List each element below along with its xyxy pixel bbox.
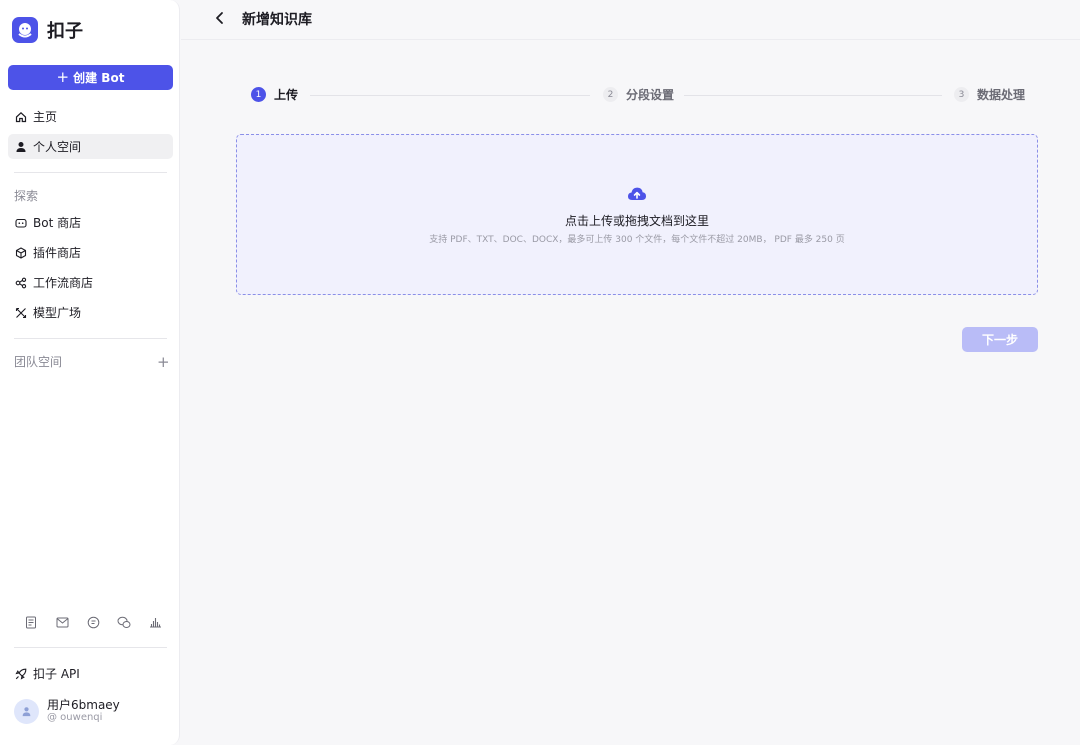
footer-icon-bar <box>24 615 162 629</box>
step-number: 3 <box>954 87 969 102</box>
page-header: 新增知识库 <box>181 0 1080 40</box>
chat-icon[interactable] <box>86 615 100 629</box>
step-number: 2 <box>603 87 618 102</box>
step-data-processing: 3 数据处理 <box>954 86 1025 103</box>
sidebar-item-model-plaza[interactable]: 模型广场 <box>8 300 173 325</box>
wechat-icon[interactable] <box>117 615 131 629</box>
user-name: 用户6bmaey <box>47 698 120 712</box>
upload-dropzone[interactable]: 点击上传或拖拽文档到这里 支持 PDF、TXT、DOC、DOCX，最多可上传 3… <box>236 134 1038 295</box>
sidebar-item-workflow-store[interactable]: 工作流商店 <box>8 270 173 295</box>
rocket-icon <box>15 668 27 680</box>
chevron-left-icon <box>216 12 223 24</box>
sidebar-item-label: Bot 商店 <box>33 216 82 230</box>
sidebar: 扣子 + 创建 Bot 主页 个人空间 探索 Bot 商店 插件商店 工作流商店 <box>0 0 180 745</box>
create-bot-label: 创建 Bot <box>73 71 125 85</box>
back-button[interactable] <box>213 10 227 26</box>
upload-title: 点击上传或拖拽文档到这里 <box>564 214 709 228</box>
step-connector <box>684 95 942 96</box>
person-icon <box>15 141 27 153</box>
sidebar-item-label: 个人空间 <box>33 140 82 154</box>
add-team-button[interactable]: + <box>157 353 170 371</box>
step-label: 分段设置 <box>626 88 675 102</box>
page-title: 新增知识库 <box>242 12 312 28</box>
stats-icon[interactable] <box>148 615 162 629</box>
sidebar-item-bot-store[interactable]: Bot 商店 <box>8 210 173 235</box>
sidebar-item-label: 扣子 API <box>33 667 80 681</box>
divider <box>14 338 167 339</box>
create-bot-button[interactable]: + 创建 Bot <box>8 65 173 90</box>
sidebar-item-label: 工作流商店 <box>33 276 94 290</box>
document-icon[interactable] <box>24 615 38 629</box>
sidebar-item-plugin-store[interactable]: 插件商店 <box>8 240 173 265</box>
upload-hint: 支持 PDF、TXT、DOC、DOCX，最多可上传 300 个文件，每个文件不超… <box>429 235 845 245</box>
bot-icon <box>15 217 27 229</box>
step-number: 1 <box>251 87 266 102</box>
brand-name: 扣子 <box>47 21 83 42</box>
user-profile[interactable]: 用户6bmaey @ ouwenqi <box>14 699 120 724</box>
step-label: 数据处理 <box>977 88 1026 102</box>
sidebar-item-personal-space[interactable]: 个人空间 <box>8 134 173 159</box>
step-label: 上传 <box>274 88 299 102</box>
explore-section-label: 探索 <box>14 189 39 203</box>
plus-icon: + <box>56 68 70 86</box>
next-step-button[interactable]: 下一步 <box>962 327 1038 352</box>
coze-logo-icon <box>12 17 38 43</box>
model-icon <box>15 307 27 319</box>
home-icon <box>15 111 27 123</box>
sidebar-item-home[interactable]: 主页 <box>8 104 173 129</box>
cloud-upload-icon <box>627 186 647 202</box>
step-upload: 1 上传 <box>251 86 298 103</box>
divider <box>14 172 167 173</box>
sidebar-item-label: 插件商店 <box>33 246 82 260</box>
step-segment-settings: 2 分段设置 <box>603 86 674 103</box>
workflow-icon <box>15 277 27 289</box>
sidebar-item-api[interactable]: 扣子 API <box>8 661 173 686</box>
sidebar-item-label: 主页 <box>33 110 58 124</box>
user-handle: @ ouwenqi <box>47 712 103 723</box>
team-section-label: 团队空间 <box>14 355 63 369</box>
cube-icon <box>15 246 27 259</box>
brand[interactable]: 扣子 <box>12 17 83 43</box>
divider <box>14 647 167 648</box>
step-connector <box>310 95 590 96</box>
sidebar-item-label: 模型广场 <box>33 306 82 320</box>
mail-icon[interactable] <box>55 615 69 629</box>
avatar <box>14 699 39 724</box>
